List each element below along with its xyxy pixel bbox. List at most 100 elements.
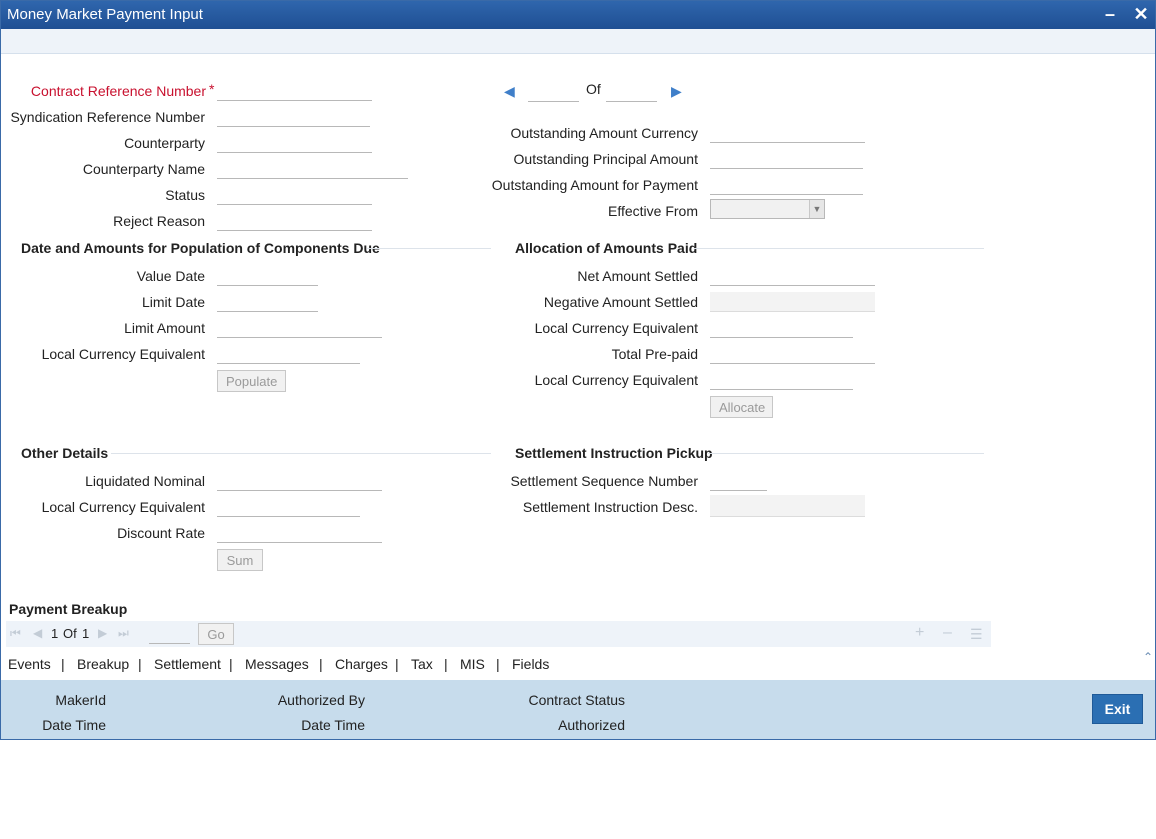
liquidated-nominal-input[interactable] [217,471,382,491]
other-details-title: Other Details [21,445,109,461]
populate-button[interactable]: Populate [217,370,286,392]
money-market-payment-window: Money Market Payment Input – ✕ Contract … [0,0,1156,740]
limit-date-input[interactable] [217,292,318,312]
required-marker: * [209,81,215,97]
tab-separator: | [138,656,142,672]
prev-page-icon[interactable]: ◀ [33,626,42,640]
delete-row-icon[interactable]: – [943,624,952,642]
add-row-icon[interactable]: + [915,624,924,642]
tab-breakup[interactable]: Breakup [77,656,129,672]
authorized-by-label: Authorized By [277,692,365,708]
tab-separator: | [395,656,399,672]
maker-date-time-label: Date Time [42,717,106,733]
alloc-lcy-equivalent-input[interactable] [710,318,853,338]
total-prepaid-label: Total Pre-paid [611,346,698,362]
page-number-input[interactable] [149,624,190,644]
authorization-status-label: Authorized [558,717,625,733]
negative-amount-input[interactable] [710,292,875,312]
payment-breakup-title: Payment Breakup [9,601,128,617]
first-page-icon[interactable]: ⏮ [10,626,21,641]
outstanding-principal-input[interactable] [710,149,863,169]
alloc-lcy-equivalent-label: Local Currency Equivalent [534,320,698,336]
outstanding-currency-input[interactable] [710,123,865,143]
limit-date-label: Limit Date [141,294,205,310]
settlement-pickup-title: Settlement Instruction Pickup [515,445,713,461]
close-icon[interactable]: ✕ [1131,4,1151,24]
counterparty-name-input[interactable] [217,159,408,179]
record-total-input[interactable] [606,82,657,102]
title-bar: Money Market Payment Input – ✕ [1,1,1155,29]
contract-ref-input[interactable] [217,81,372,101]
other-lcy-equivalent-input[interactable] [217,497,360,517]
net-amount-label: Net Amount Settled [577,268,698,284]
reject-reason-input[interactable] [217,211,372,231]
limit-amount-input[interactable] [217,318,382,338]
collapse-icon[interactable]: ⌃ [1143,650,1153,664]
go-button[interactable]: Go [198,623,234,645]
outstanding-principal-label: Outstanding Principal Amount [513,151,698,167]
exit-button[interactable]: Exit [1092,694,1143,724]
effective-from-select[interactable]: ▼ [710,199,825,219]
dropdown-arrow-icon[interactable]: ▼ [809,200,824,218]
tab-messages[interactable]: Messages [245,656,309,672]
prepaid-lcy-equivalent-label: Local Currency Equivalent [534,372,698,388]
limit-lcy-equivalent-label: Local Currency Equivalent [41,346,205,362]
tab-separator: | [444,656,448,672]
tab-events[interactable]: Events [8,656,51,672]
contract-ref-label: Contract Reference Number [30,83,206,99]
settlement-desc-input[interactable] [710,495,865,517]
total-prepaid-input[interactable] [710,344,875,364]
tab-strip: Events | Breakup | Settlement | Messages… [1,650,1155,679]
next-page-icon[interactable]: ▶ [98,626,107,640]
window-title: Money Market Payment Input [7,6,203,23]
syndication-ref-input[interactable] [217,107,370,127]
record-current-input[interactable] [528,82,579,102]
outstanding-currency-label: Outstanding Amount Currency [510,125,698,141]
tab-separator: | [61,656,65,672]
discount-rate-label: Discount Rate [117,525,205,541]
prepaid-lcy-equivalent-input[interactable] [710,370,853,390]
prev-record-icon[interactable]: ◀ [504,83,515,100]
settlement-seq-label: Settlement Sequence Number [510,473,698,489]
audit-footer: MakerId Date Time Authorized By Date Tim… [1,680,1155,739]
effective-from-label: Effective From [608,203,698,219]
negative-amount-label: Negative Amount Settled [543,294,698,310]
sum-button[interactable]: Sum [217,549,263,571]
outstanding-payment-input[interactable] [710,175,863,195]
tab-mis[interactable]: MIS [460,656,485,672]
tab-tax[interactable]: Tax [411,656,433,672]
single-view-icon[interactable]: ☰ [970,626,983,643]
next-record-icon[interactable]: ▶ [671,83,682,100]
divider [708,453,984,454]
counterparty-label: Counterparty [124,135,205,151]
settlement-desc-label: Settlement Instruction Desc. [522,499,698,515]
last-page-icon[interactable]: ⏭ [118,626,129,641]
net-amount-input[interactable] [710,266,875,286]
discount-rate-input[interactable] [217,523,382,543]
status-label: Status [165,187,205,203]
other-lcy-equivalent-label: Local Currency Equivalent [41,499,205,515]
tab-settlement[interactable]: Settlement [154,656,221,672]
tab-separator: | [319,656,323,672]
syndication-ref-label: Syndication Reference Number [10,109,205,125]
tab-charges[interactable]: Charges [335,656,388,672]
page-of: Of [63,626,77,641]
toolbar-strip [1,29,1155,54]
liquidated-nominal-label: Liquidated Nominal [85,473,205,489]
record-of-label: Of [586,81,601,97]
reject-reason-label: Reject Reason [113,213,205,229]
tab-fields[interactable]: Fields [512,656,549,672]
payment-breakup-grid-toolbar: ⏮ ◀ 1 Of 1 ▶ ⏭ Go + – ☰ [6,621,991,647]
limit-lcy-equivalent-input[interactable] [217,344,360,364]
value-date-label: Value Date [136,268,205,284]
allocate-button[interactable]: Allocate [710,396,773,418]
counterparty-input[interactable] [217,133,372,153]
status-input[interactable] [217,185,372,205]
divider [367,248,491,249]
settlement-seq-input[interactable] [710,471,767,491]
value-date-input[interactable] [217,266,318,286]
minimize-icon[interactable]: – [1100,4,1120,24]
divider [111,453,491,454]
allocation-title: Allocation of Amounts Paid [515,240,698,256]
maker-id-label: MakerId [55,692,106,708]
